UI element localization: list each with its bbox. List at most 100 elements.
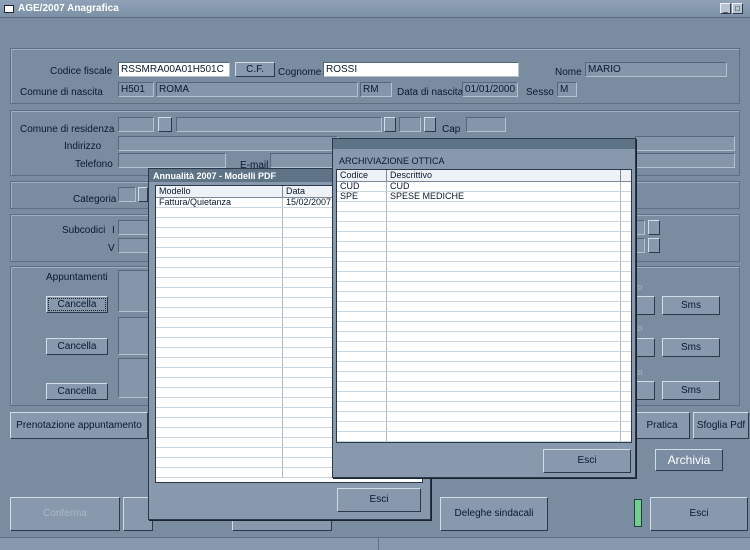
modelli-pdf-cell: [283, 368, 333, 377]
archiviazione-row[interactable]: [337, 422, 631, 432]
provincia-nascita-field[interactable]: RM: [360, 82, 392, 97]
modelli-esci-button[interactable]: Esci: [337, 488, 421, 512]
archiviazione-row[interactable]: [337, 252, 631, 262]
modelli-pdf-cell: [156, 338, 283, 347]
archiviazione-cell: [387, 252, 621, 261]
modelli-pdf-cell: [156, 378, 283, 387]
archiviazione-row[interactable]: [337, 402, 631, 412]
comune-residenza-lookup-button[interactable]: [158, 117, 172, 132]
appuntamento-option-button-1[interactable]: [633, 296, 655, 315]
archiviazione-row[interactable]: [337, 262, 631, 272]
cf-button[interactable]: C.F.: [235, 62, 275, 77]
archiviazione-row[interactable]: [337, 242, 631, 252]
deleghe-sindacali-button[interactable]: Deleghe sindacali: [440, 497, 548, 531]
comune-nascita-code-field[interactable]: H501: [118, 82, 154, 97]
archiviazione-row[interactable]: [337, 212, 631, 222]
residenza-extra-field-2[interactable]: [635, 153, 735, 168]
archiviazione-cell: [387, 422, 621, 431]
subcodici-v-field[interactable]: [118, 238, 150, 253]
window-title: AGE/2007 Anagrafica: [18, 3, 119, 14]
archiviazione-row[interactable]: [337, 322, 631, 332]
archiviazione-row[interactable]: [337, 302, 631, 312]
minimize-button[interactable]: _: [720, 3, 731, 14]
modelli-pdf-cell: [283, 208, 333, 217]
archiviazione-row[interactable]: [337, 272, 631, 282]
modelli-pdf-cell: [156, 368, 283, 377]
archiviazione-row[interactable]: [337, 232, 631, 242]
subcodici-i-lookup-button[interactable]: [648, 220, 660, 235]
categoria-field[interactable]: [118, 187, 136, 202]
archiviazione-cell: [337, 292, 387, 301]
email-field[interactable]: [270, 153, 334, 168]
modelli-pdf-cell: [283, 408, 333, 417]
archiviazione-row[interactable]: [337, 432, 631, 442]
cancella-button-2[interactable]: Cancella: [46, 338, 108, 355]
esci-button[interactable]: Esci: [650, 497, 748, 531]
telefono-field[interactable]: [118, 153, 226, 168]
residenza-extra-field-1[interactable]: [635, 136, 735, 151]
sesso-field[interactable]: M: [557, 82, 577, 97]
conferma-button[interactable]: Conferma: [10, 497, 120, 531]
data-nascita-field[interactable]: 01/01/2000: [462, 82, 518, 97]
subcodici-v-lookup-button[interactable]: [648, 238, 660, 253]
pratica-button[interactable]: Pratica: [634, 412, 690, 439]
nome-field[interactable]: MARIO: [585, 62, 727, 77]
provincia-residenza-field[interactable]: [399, 117, 421, 132]
archiviazione-row[interactable]: [337, 362, 631, 372]
restore-button[interactable]: □: [732, 3, 743, 14]
prenotazione-appuntamento-button[interactable]: Prenotazione appuntamento: [10, 412, 148, 439]
archiviazione-row[interactable]: [337, 382, 631, 392]
cap-field[interactable]: [466, 117, 506, 132]
provincia-lookup-button[interactable]: [384, 117, 396, 132]
archiviazione-rows: CUD CUD SPE SPESE MEDICHE: [337, 182, 631, 442]
archiviazione-row[interactable]: [337, 372, 631, 382]
appuntamento-option-button-2[interactable]: [633, 338, 655, 357]
comune-residenza-name-field[interactable]: [176, 117, 382, 132]
archiviazione-row[interactable]: [337, 412, 631, 422]
archiviazione-row[interactable]: CUD CUD: [337, 182, 631, 192]
archiviazione-row[interactable]: [337, 332, 631, 342]
categoria-lookup-button[interactable]: [138, 187, 148, 202]
archiviazione-cell: [337, 222, 387, 231]
cancella-button-1[interactable]: Cancella: [46, 296, 108, 313]
indirizzo-field[interactable]: [118, 136, 338, 151]
archiviazione-row[interactable]: [337, 222, 631, 232]
archiviazione-cell: [337, 372, 387, 381]
modelli-column-data[interactable]: Data: [283, 186, 333, 197]
archiviazione-cell: [337, 202, 387, 211]
archiviazione-grid[interactable]: Codice Descrittivo CUD CUD SPE SPESE MEDICH…: [336, 169, 632, 443]
comune-residenza-code-field[interactable]: [118, 117, 154, 132]
modelli-pdf-cell: [283, 428, 333, 437]
cognome-field[interactable]: ROSSI: [323, 62, 519, 77]
archiviazione-row[interactable]: [337, 342, 631, 352]
archiviazione-cell: [337, 302, 387, 311]
sms-button-2[interactable]: Sms: [662, 338, 720, 357]
modelli-pdf-cell: [283, 218, 333, 227]
archiviazione-row[interactable]: [337, 202, 631, 212]
subcodici-i-field[interactable]: [118, 220, 150, 235]
archiviazione-cell: [387, 362, 621, 371]
comune-nascita-name-field[interactable]: ROMA: [156, 82, 358, 97]
appuntamento-field-2[interactable]: [118, 317, 150, 355]
appuntamento-field-3[interactable]: [118, 358, 150, 398]
sfoglia-pdf-button[interactable]: Sfoglia Pdf: [693, 412, 749, 439]
sms-button-3[interactable]: Sms: [662, 381, 720, 400]
comune-residenza-label: Comune di residenza: [20, 124, 115, 135]
codice-fiscale-field[interactable]: RSSMRA00A01H501C: [118, 62, 230, 77]
archiviazione-row[interactable]: [337, 312, 631, 322]
cap-lookup-button[interactable]: [424, 117, 436, 132]
archiviazione-row[interactable]: [337, 352, 631, 362]
archiviazione-row[interactable]: [337, 392, 631, 402]
archiviazione-column-codice[interactable]: Codice: [337, 170, 387, 181]
sms-button-1[interactable]: Sms: [662, 296, 720, 315]
archiviazione-column-descrittivo[interactable]: Descrittivo: [387, 170, 621, 181]
appuntamento-option-button-3[interactable]: [633, 381, 655, 400]
modelli-column-modello[interactable]: Modello: [156, 186, 283, 197]
archivia-button[interactable]: Archivia: [655, 449, 723, 471]
archiviazione-esci-button[interactable]: Esci: [543, 449, 631, 473]
archiviazione-row[interactable]: SPE SPESE MEDICHE: [337, 192, 631, 202]
cancella-button-3[interactable]: Cancella: [46, 383, 108, 400]
archiviazione-row[interactable]: [337, 292, 631, 302]
archiviazione-row[interactable]: [337, 282, 631, 292]
appuntamento-field-1[interactable]: [118, 270, 150, 312]
